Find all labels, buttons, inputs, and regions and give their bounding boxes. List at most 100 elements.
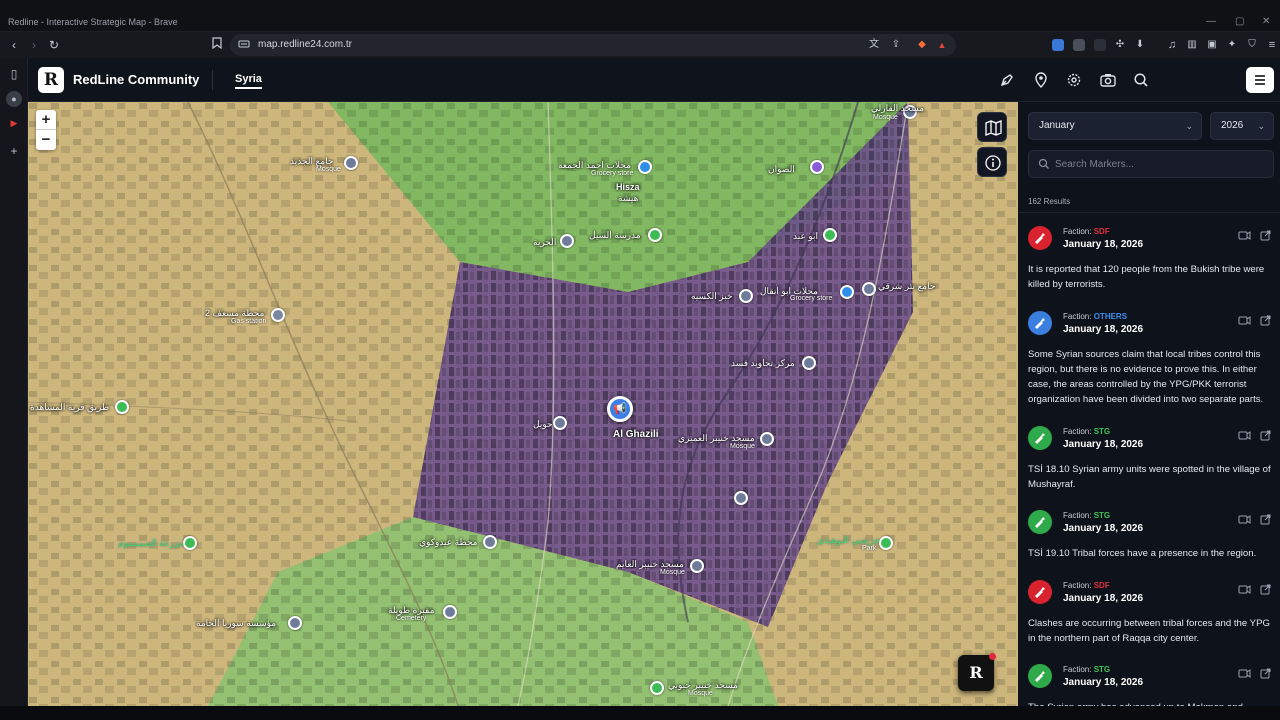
youtube-tab-icon[interactable]: ▶ — [6, 115, 22, 131]
park-pin-icon[interactable] — [879, 536, 893, 550]
month-select[interactable]: January ⌄ — [1028, 112, 1202, 140]
extension-icon[interactable] — [1073, 39, 1085, 51]
logo[interactable]: R — [38, 67, 64, 93]
url-bar[interactable]: map.redline24.com.tr 文 ⇪ ◆ ▲ — [230, 34, 956, 56]
brave-shields-icon[interactable]: ◆ — [914, 37, 930, 53]
poi-pin-icon[interactable] — [810, 160, 824, 174]
event-date: January 18, 2026 — [1063, 324, 1144, 335]
map-label: مؤسسة سوريا الحامة — [196, 618, 277, 628]
poi-pin-icon[interactable] — [553, 416, 567, 430]
mosque-pin-icon[interactable] — [344, 156, 358, 170]
gas-station-pin-icon[interactable] — [271, 308, 285, 322]
map-label: مدرسة السيل — [589, 230, 641, 240]
video-icon[interactable] — [1238, 431, 1251, 440]
poi-pin-icon[interactable] — [288, 616, 302, 630]
sidebar-toggle-icon[interactable]: ▥ — [1184, 37, 1200, 53]
map-canvas[interactable]: + − مسجد القارلي Mosque جامع الجديد Mosq… — [28, 102, 1018, 706]
tab-syria[interactable]: Syria — [235, 73, 262, 89]
external-link-icon[interactable] — [1260, 668, 1271, 679]
event-date: January 18, 2026 — [1063, 523, 1144, 534]
hamburger-menu-button[interactable] — [1246, 67, 1274, 93]
external-link-icon[interactable] — [1260, 514, 1271, 525]
minimize-icon[interactable]: — — [1206, 16, 1216, 27]
search-input[interactable] — [1055, 151, 1265, 177]
poi-pin-icon[interactable] — [802, 356, 816, 370]
forward-icon[interactable]: › — [26, 37, 42, 53]
close-icon[interactable]: ✕ — [1262, 16, 1270, 27]
download-icon[interactable]: ⬇ — [1132, 37, 1148, 53]
map-sublabel: Mosque — [316, 166, 341, 173]
external-link-icon[interactable] — [1260, 315, 1271, 326]
new-tab-icon[interactable]: + — [6, 143, 22, 159]
faction-label: Faction: — [1063, 511, 1092, 520]
restore-icon[interactable]: ▢ — [1235, 16, 1244, 27]
faction-badge-icon — [1028, 664, 1052, 688]
external-link-icon[interactable] — [1260, 230, 1271, 241]
redline-float-button[interactable]: R — [958, 653, 996, 691]
search-icon[interactable] — [1132, 71, 1150, 89]
farm-pin-icon[interactable] — [183, 536, 197, 550]
poi-pin-icon[interactable] — [115, 400, 129, 414]
external-link-icon[interactable] — [1260, 430, 1271, 441]
translate-icon[interactable]: 文 — [866, 37, 882, 53]
brave-rewards-icon[interactable]: ▲ — [934, 37, 950, 53]
music-icon[interactable]: ♫ — [1164, 37, 1180, 53]
map-label: هيشة — [618, 193, 639, 203]
wallet-icon[interactable]: ▣ — [1204, 37, 1220, 53]
video-icon[interactable] — [1238, 231, 1251, 240]
video-icon[interactable] — [1238, 585, 1251, 594]
vpn-icon[interactable]: ⛉ — [1244, 37, 1260, 53]
video-icon[interactable] — [1238, 316, 1251, 325]
extension-icon[interactable] — [1094, 39, 1106, 51]
mosque-pin-icon[interactable] — [690, 559, 704, 573]
tab-favicon-icon[interactable]: ● — [6, 91, 22, 107]
extension-icon[interactable] — [1052, 39, 1064, 51]
site-info-icon[interactable] — [238, 38, 250, 50]
puzzle-icon[interactable]: ✣ — [1112, 37, 1128, 53]
faction-label: Faction: — [1063, 427, 1092, 436]
event-marker-icon[interactable]: 📢 — [607, 396, 633, 422]
camera-icon[interactable] — [1099, 71, 1117, 89]
back-icon[interactable]: ‹ — [6, 37, 22, 53]
settings-icon[interactable] — [1065, 71, 1083, 89]
video-icon[interactable] — [1238, 669, 1251, 678]
mosque-pin-icon[interactable] — [760, 432, 774, 446]
external-link-icon[interactable] — [1260, 584, 1271, 595]
grocery-pin-icon[interactable] — [840, 285, 854, 299]
map-label: طريق قرية المشاهدة — [30, 402, 110, 412]
school-pin-icon[interactable] — [648, 228, 662, 242]
poi-pin-icon[interactable] — [734, 491, 748, 505]
video-icon[interactable] — [1238, 515, 1251, 524]
leo-icon[interactable]: ✦ — [1224, 37, 1240, 53]
bookmark-icon[interactable] — [209, 37, 225, 53]
poi-pin-icon[interactable] — [823, 228, 837, 242]
event-actions — [1238, 584, 1271, 595]
map-layers-button[interactable] — [977, 112, 1007, 142]
year-select[interactable]: 2026 ⌄ — [1210, 112, 1274, 140]
faction-name: OTHERS — [1093, 312, 1128, 321]
map-label: الصوان — [768, 164, 795, 174]
poi-pin-icon[interactable] — [483, 535, 497, 549]
notification-dot — [989, 653, 996, 660]
grocery-pin-icon[interactable] — [638, 160, 652, 174]
share-icon[interactable]: ⇪ — [888, 37, 904, 53]
location-pin-icon[interactable] — [1032, 71, 1050, 89]
menu-icon[interactable]: ≡ — [1264, 37, 1280, 53]
faction-badge-icon — [1028, 226, 1052, 250]
mosque-pin-icon[interactable] — [862, 282, 876, 296]
draw-icon[interactable] — [998, 71, 1016, 89]
faction-name: STG — [1093, 511, 1111, 520]
event-actions — [1238, 668, 1271, 679]
cemetery-pin-icon[interactable] — [443, 605, 457, 619]
float-logo: R — [969, 663, 983, 682]
brand-name[interactable]: RedLine Community — [73, 72, 199, 87]
zoom-in-button[interactable]: + — [36, 110, 56, 130]
map-info-button[interactable] — [977, 147, 1007, 177]
poi-pin-icon[interactable] — [739, 289, 753, 303]
reload-icon[interactable]: ↻ — [46, 37, 62, 53]
sidebar-panel-icon[interactable]: ▯ — [6, 66, 22, 82]
chevron-down-icon: ⌄ — [1185, 121, 1193, 131]
zoom-out-button[interactable]: − — [36, 130, 56, 150]
poi-pin-icon[interactable] — [560, 234, 574, 248]
mosque-pin-icon[interactable] — [650, 681, 664, 695]
